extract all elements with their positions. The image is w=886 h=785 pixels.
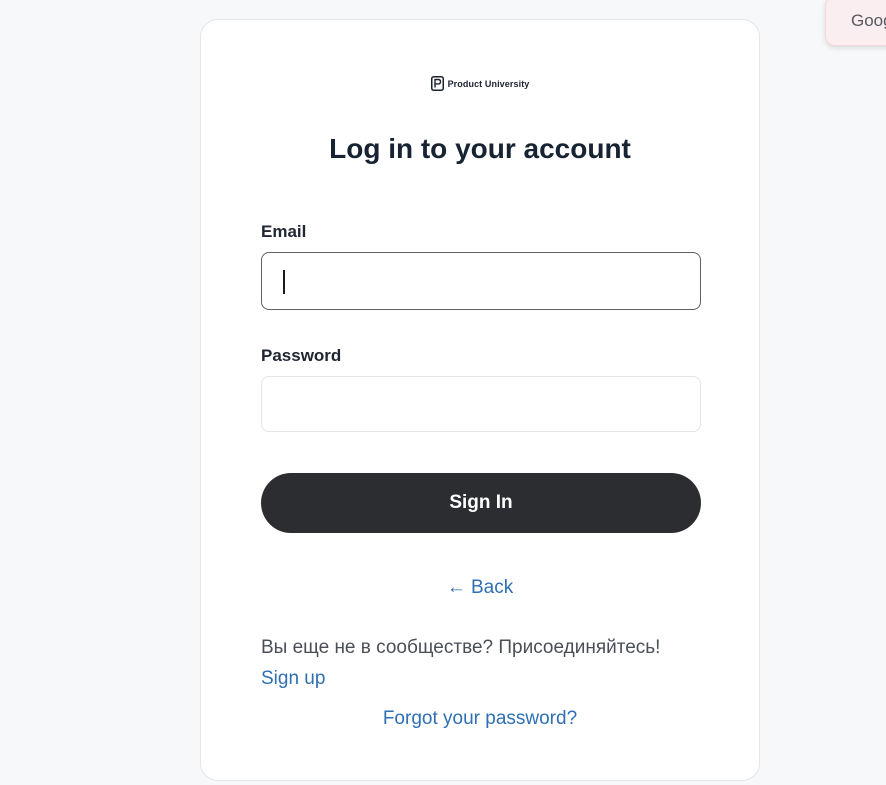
email-label: Email [261, 222, 307, 241]
brand-name: Product University [447, 78, 530, 89]
forgot-password-link[interactable]: Forgot your password? [201, 708, 759, 730]
page: Google Product University Log in to your… [0, 0, 886, 785]
password-label: Password [261, 346, 342, 365]
text-caret [283, 270, 285, 294]
product-university-logo-icon [430, 76, 444, 91]
login-card: Product University Log in to your accoun… [200, 19, 760, 781]
page-title: Log in to your account [329, 133, 631, 164]
email-field[interactable] [261, 252, 701, 310]
brand-logo: Product University [201, 76, 759, 91]
google-popup-tab[interactable]: Google [825, 0, 886, 46]
password-field[interactable] [261, 376, 701, 432]
sign-in-button[interactable]: Sign In [261, 473, 701, 533]
sign-up-link[interactable]: Sign up [261, 668, 325, 690]
google-tab-label: Google [851, 11, 886, 30]
back-link[interactable]: ← Back [201, 577, 759, 599]
community-prompt: Вы еще не в сообществе? Присоединяйтесь! [261, 637, 661, 658]
